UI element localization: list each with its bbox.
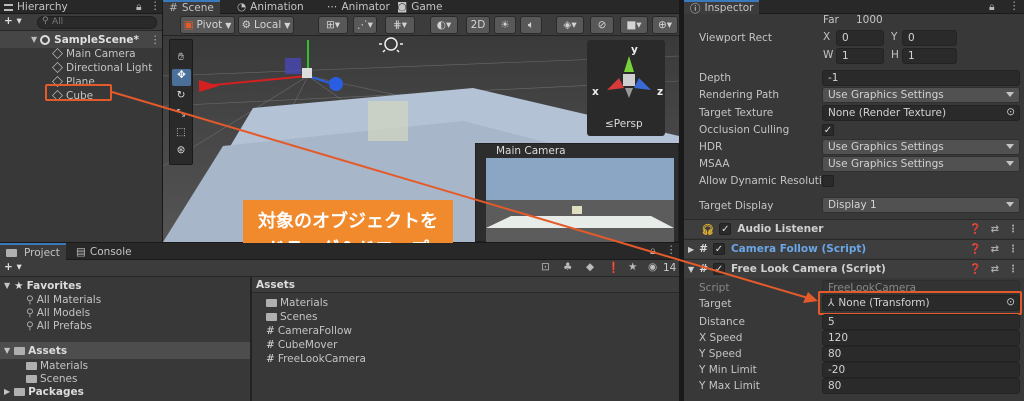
drag-arrow [111,91,818,303]
